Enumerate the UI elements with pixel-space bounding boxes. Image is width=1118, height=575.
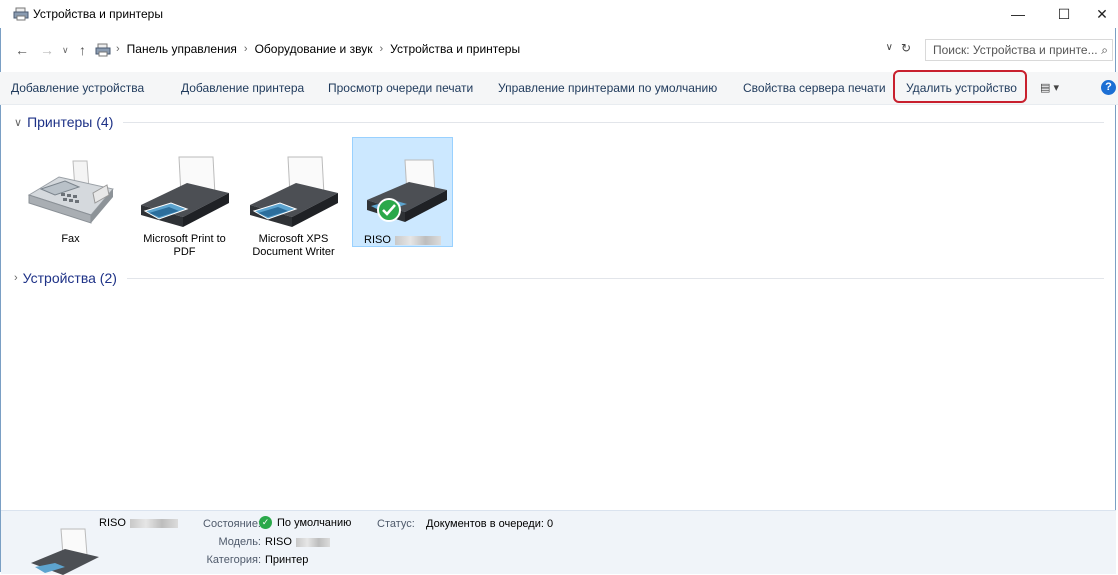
add-printer-button[interactable]: Добавление принтера	[181, 81, 304, 95]
breadcrumb-devices-printers[interactable]: Устройства и принтеры	[390, 42, 520, 56]
title-bar: Устройства и принтеры — ☐ ✕	[0, 0, 1118, 28]
detail-status-value: Документов в очереди: 0	[426, 518, 554, 530]
printer-icon	[367, 159, 447, 222]
search-placeholder: Поиск: Устройства и принте...	[933, 43, 1098, 57]
detail-state-label: Состояние:	[203, 518, 261, 530]
detail-category-label: Категория:	[206, 554, 261, 566]
remove-device-highlight	[893, 70, 1027, 103]
group-printers-label: Принтеры (4)	[27, 114, 114, 130]
minimize-button[interactable]: —	[1000, 0, 1036, 28]
forward-arrow-icon[interactable]: →	[40, 41, 54, 59]
printer-icon	[140, 156, 229, 227]
fax-icon	[27, 160, 114, 224]
group-divider	[123, 121, 1104, 123]
redacted-name	[129, 518, 178, 528]
control-panel-icon	[95, 43, 111, 57]
redacted-model	[295, 537, 330, 547]
recent-locations-chevron-icon[interactable]: ∨	[62, 41, 69, 59]
manage-default-printers-button[interactable]: Управление принтерами по умолчанию	[498, 81, 717, 95]
selected-printer-icon	[31, 528, 99, 575]
change-view-icon[interactable]: ▤ ▾	[1040, 81, 1059, 94]
detail-state-value: ✓ По умолчанию	[259, 516, 351, 529]
device-tile-riso[interactable]: RISO	[352, 137, 453, 247]
refresh-icon[interactable]: ↻	[901, 41, 911, 55]
breadcrumb-control-panel[interactable]: Панель управления	[127, 42, 237, 56]
detail-status-label: Статус:	[377, 518, 415, 530]
maximize-button[interactable]: ☐	[1046, 0, 1082, 28]
back-arrow-icon[interactable]: ←	[15, 41, 29, 59]
device-tile-fax[interactable]: Fax	[20, 137, 121, 247]
group-divider	[126, 277, 1104, 279]
add-device-button[interactable]: Добавление устройства	[11, 81, 144, 95]
up-arrow-icon[interactable]: ↑	[79, 41, 86, 59]
device-tile-print-to-pdf[interactable]: Microsoft Print to PDF	[134, 137, 235, 258]
device-tile-xps-writer[interactable]: Microsoft XPS Document Writer	[243, 137, 344, 258]
search-icon[interactable]: ⌕	[1101, 43, 1108, 58]
redacted-name	[394, 235, 441, 245]
breadcrumb: › Панель управления › Оборудование и зву…	[112, 42, 520, 56]
address-bar[interactable]: › Панель управления › Оборудование и зву…	[112, 39, 917, 61]
address-dropdown-icon[interactable]: ∨	[886, 42, 893, 53]
device-label: Microsoft XPS Document Writer	[243, 233, 344, 259]
group-devices-header[interactable]: › Устройства (2)	[14, 270, 1104, 286]
chevron-right-icon[interactable]: ›	[14, 272, 18, 284]
printer-icon	[249, 156, 338, 227]
group-printers-header[interactable]: ∨ Принтеры (4)	[14, 114, 1104, 130]
print-server-properties-button[interactable]: Свойства сервера печати	[743, 81, 886, 95]
view-print-queue-button[interactable]: Просмотр очереди печати	[328, 81, 473, 95]
check-circle-icon: ✓	[259, 516, 272, 529]
window-title: Устройства и принтеры	[33, 7, 163, 21]
device-label: Microsoft Print to PDF	[134, 233, 235, 259]
device-label-line1: Microsoft XPS	[258, 233, 329, 245]
device-label: RISO	[353, 234, 452, 247]
breadcrumb-separator-icon: ›	[116, 43, 120, 55]
device-label: Fax	[20, 233, 121, 246]
navigation-bar: ← → ∨ ↑ › Панель управления › Оборудован…	[0, 38, 1118, 62]
detail-model-label: Модель:	[218, 536, 261, 548]
device-label-line1: Microsoft Print to	[143, 233, 226, 245]
device-label-line1: RISO	[364, 234, 391, 246]
chevron-down-icon[interactable]: ∨	[14, 116, 22, 129]
breadcrumb-separator-icon[interactable]: ›	[244, 43, 248, 55]
search-input[interactable]: Поиск: Устройства и принте... ⌕	[925, 39, 1113, 61]
detail-name-text: RISO	[99, 517, 126, 529]
details-pane: RISO Состояние: ✓ По умолчанию Статус: Д…	[1, 510, 1116, 575]
device-label-line2: PDF	[173, 246, 196, 258]
detail-model-value: RISO	[265, 536, 330, 548]
close-button[interactable]: ✕	[1084, 0, 1118, 28]
help-icon[interactable]: ?	[1101, 80, 1116, 95]
device-label-line2: Document Writer	[252, 246, 335, 258]
detail-model-text: RISO	[265, 536, 292, 548]
detail-state-text: По умолчанию	[277, 516, 352, 529]
group-devices-label: Устройства (2)	[22, 270, 117, 286]
breadcrumb-separator-icon[interactable]: ›	[379, 43, 383, 55]
device-label-line1: Fax	[61, 233, 80, 245]
detail-category-value: Принтер	[265, 554, 309, 566]
detail-name: RISO	[99, 517, 178, 529]
breadcrumb-hardware-sound[interactable]: Оборудование и звук	[255, 42, 373, 56]
devices-printers-icon	[13, 7, 29, 21]
